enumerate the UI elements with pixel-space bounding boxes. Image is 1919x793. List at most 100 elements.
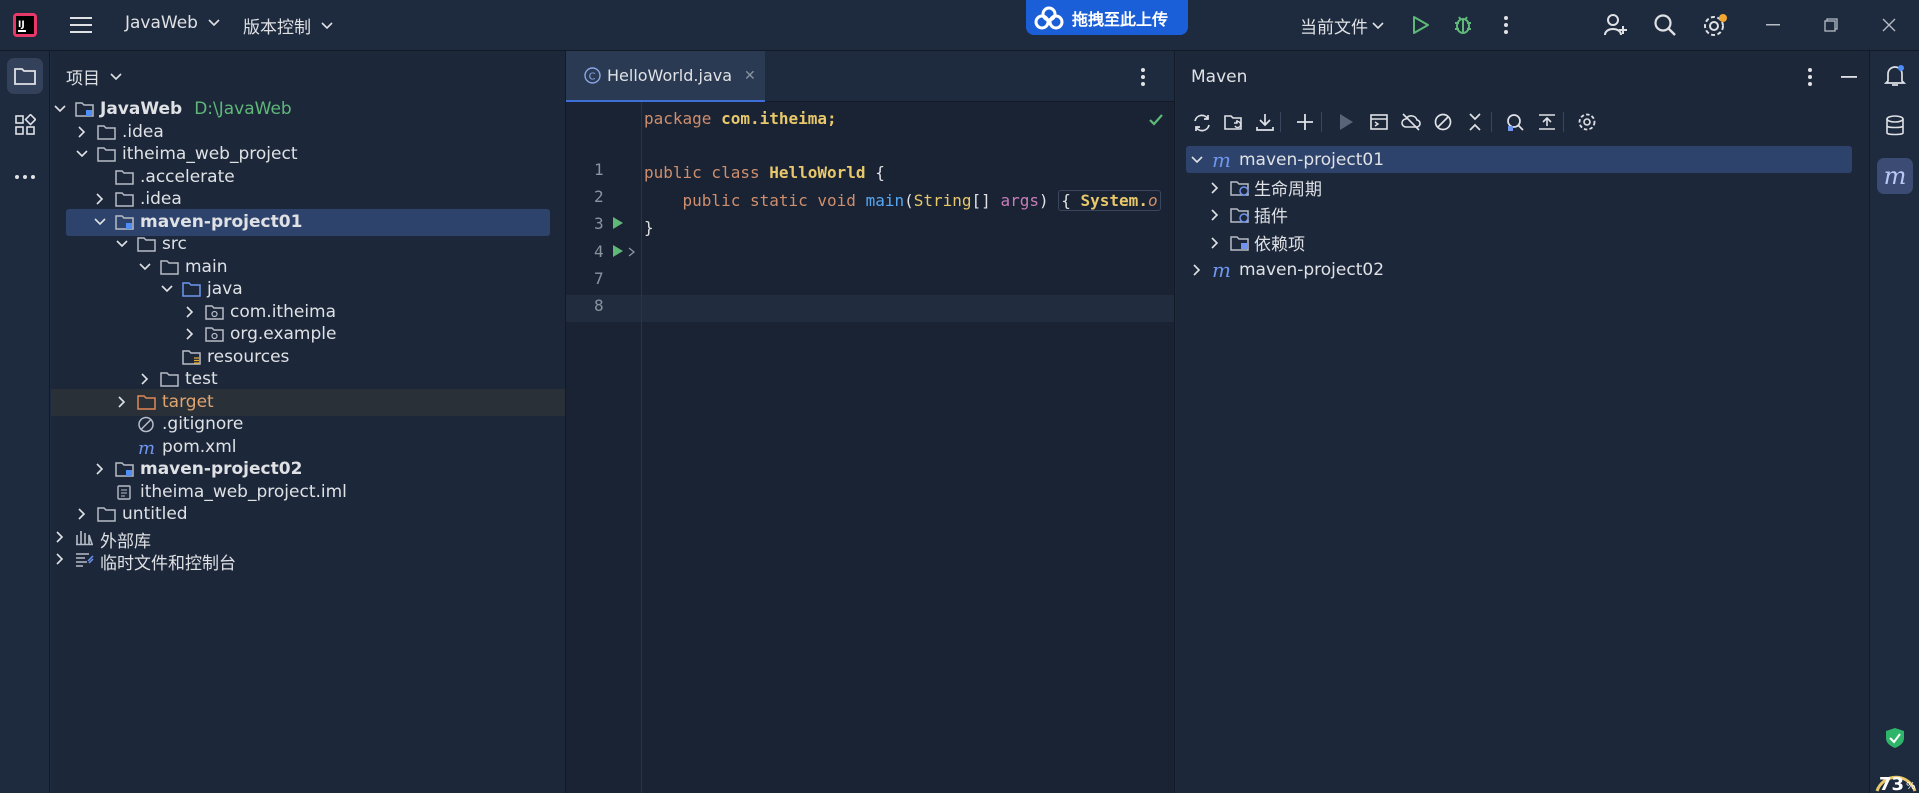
shield-check-icon[interactable] (1885, 727, 1905, 749)
close-icon[interactable] (1882, 18, 1896, 32)
chevron-down-icon[interactable] (53, 102, 67, 116)
project-tree-row[interactable]: 临时文件和控制台 (51, 546, 565, 574)
folder-icon (97, 506, 116, 523)
offline-icon[interactable] (1401, 112, 1421, 132)
reload-icon[interactable] (1191, 112, 1211, 132)
line-number: 4 (594, 242, 604, 261)
project-tree-name: com.itheima (230, 301, 337, 322)
search-icon[interactable] (1653, 13, 1677, 37)
chevron-right-icon[interactable] (138, 372, 152, 386)
restore-icon[interactable] (1824, 18, 1838, 32)
chevron-down-icon[interactable] (115, 237, 129, 251)
source-folder-icon (182, 281, 201, 298)
toolbar-separator (1563, 112, 1564, 132)
add-icon[interactable] (1295, 112, 1315, 132)
show-ignored-icon[interactable] (1537, 112, 1557, 132)
code-line-3[interactable]: public class HelloWorld { (644, 163, 885, 182)
vertical-dots-icon[interactable] (1140, 67, 1146, 87)
hide-panel-icon[interactable] (1841, 76, 1857, 78)
chevron-right-icon[interactable] (53, 552, 67, 566)
chevron-down-icon[interactable] (138, 260, 152, 274)
analyze-dependencies-icon[interactable] (1505, 112, 1525, 132)
chevron-right-icon[interactable] (183, 305, 197, 319)
maven-icon: m (1883, 162, 1907, 190)
folder-icon (115, 191, 134, 208)
vertical-dots-icon[interactable] (1807, 67, 1813, 87)
code-line-1[interactable]: package com.itheima; (644, 109, 837, 128)
run-config-selector[interactable]: 当前文件 (1300, 13, 1384, 38)
project-tree-name: itheima_web_project (122, 144, 298, 164)
play-icon[interactable] (1412, 15, 1430, 35)
project-tree-name: itheima_web_project.iml (140, 481, 347, 502)
run-gutter-icon[interactable] (612, 244, 624, 258)
vertical-dots-icon[interactable] (1503, 15, 1509, 35)
chevron-right-icon[interactable] (93, 462, 107, 476)
run-gutter-icon[interactable] (612, 216, 624, 230)
chevron-down-icon (208, 19, 220, 27)
chevron-right-icon[interactable] (75, 507, 89, 521)
skip-tests-icon[interactable] (1433, 112, 1453, 132)
minimize-icon[interactable] (1766, 24, 1780, 26)
maven-tree-label: maven-project01 (1238, 149, 1385, 170)
battery-widget[interactable]: 73 % (1873, 761, 1919, 793)
maven-tree-row[interactable]: 生命周期 (1208, 174, 1322, 201)
maven-tool-button[interactable]: m (1877, 158, 1913, 194)
project-panel-title: 项目 (66, 69, 100, 89)
add-user-icon[interactable] (1604, 13, 1628, 37)
structure-tool-button[interactable] (7, 107, 43, 143)
chevron-down-icon[interactable] (93, 215, 107, 229)
gear-icon[interactable] (1702, 13, 1728, 39)
project-tool-button[interactable] (7, 58, 43, 94)
project-tree-label: .gitignore (162, 414, 243, 434)
app-logo-icon[interactable]: IJ (13, 13, 37, 37)
project-tree-label: pom.xml (162, 437, 237, 457)
chevron-right-icon (1211, 236, 1219, 249)
chevron-down-icon (1191, 155, 1203, 163)
maven-settings-icon[interactable] (1577, 112, 1597, 132)
project-tree-name: test (185, 369, 218, 389)
chevron-right-icon (1211, 208, 1219, 221)
database-button[interactable] (1877, 108, 1913, 144)
maven-tree-row[interactable]: m maven-project01 (1186, 146, 1852, 173)
project-menu[interactable]: JavaWeb (125, 13, 220, 33)
code-line-4[interactable]: public static void main(String[] args) {… (644, 190, 1161, 211)
no-problems-check-icon[interactable] (1149, 114, 1163, 126)
project-tree-name: org.example (230, 324, 337, 344)
line-number: 1 (594, 160, 604, 179)
more-tools-button[interactable] (7, 159, 43, 195)
download-icon[interactable] (1255, 112, 1275, 132)
tab-helloworld[interactable]: C HelloWorld.java ✕ (566, 51, 765, 102)
lifecycle-folder-icon (1230, 180, 1249, 196)
maven-tree-row[interactable]: 依赖项 (1208, 229, 1305, 256)
run-maven-icon[interactable] (1336, 112, 1356, 132)
chevron-right-icon[interactable] (183, 327, 197, 341)
close-tab-icon[interactable]: ✕ (744, 68, 756, 84)
chevron-right-icon[interactable] (93, 192, 107, 206)
code-line-7[interactable]: } (644, 218, 654, 237)
project-tree-label: src (162, 234, 187, 254)
chevron-right-icon[interactable] (53, 530, 67, 544)
maven-icon: m (1212, 257, 1231, 282)
project-panel-header[interactable]: 项目 (51, 51, 565, 102)
collapse-icon[interactable] (1465, 112, 1485, 132)
vcs-menu[interactable]: 版本控制 (243, 13, 333, 38)
editor-tab-bar: C HelloWorld.java ✕ (566, 51, 1174, 102)
project-panel: 项目 JavaWeb D:\JavaWeb .idea itheima_web_pro… (51, 51, 566, 793)
bug-icon[interactable] (1452, 14, 1474, 36)
line-gutter: 1 2 3 4 7 8 (566, 102, 642, 793)
project-tree-name: .idea (140, 189, 182, 209)
upload-drop-button[interactable]: 拖拽至此上传 (1026, 0, 1188, 35)
generate-sources-icon[interactable] (1223, 112, 1243, 132)
fold-chevron-icon[interactable] (628, 247, 636, 257)
maven-tree-row[interactable]: m maven-project02 (1186, 256, 1384, 283)
maven-tree-row[interactable]: 插件 (1208, 201, 1288, 228)
chevron-right-icon[interactable] (115, 395, 129, 409)
notifications-button[interactable] (1877, 58, 1913, 94)
hamburger-icon[interactable] (70, 16, 92, 34)
chevron-down-icon[interactable] (75, 147, 89, 161)
run-configurations-icon[interactable] (1369, 112, 1389, 132)
chevron-down-icon[interactable] (160, 282, 174, 296)
folded-region[interactable]: { System.o (1058, 190, 1161, 211)
chevron-right-icon[interactable] (75, 125, 89, 139)
folder-icon (137, 236, 156, 253)
